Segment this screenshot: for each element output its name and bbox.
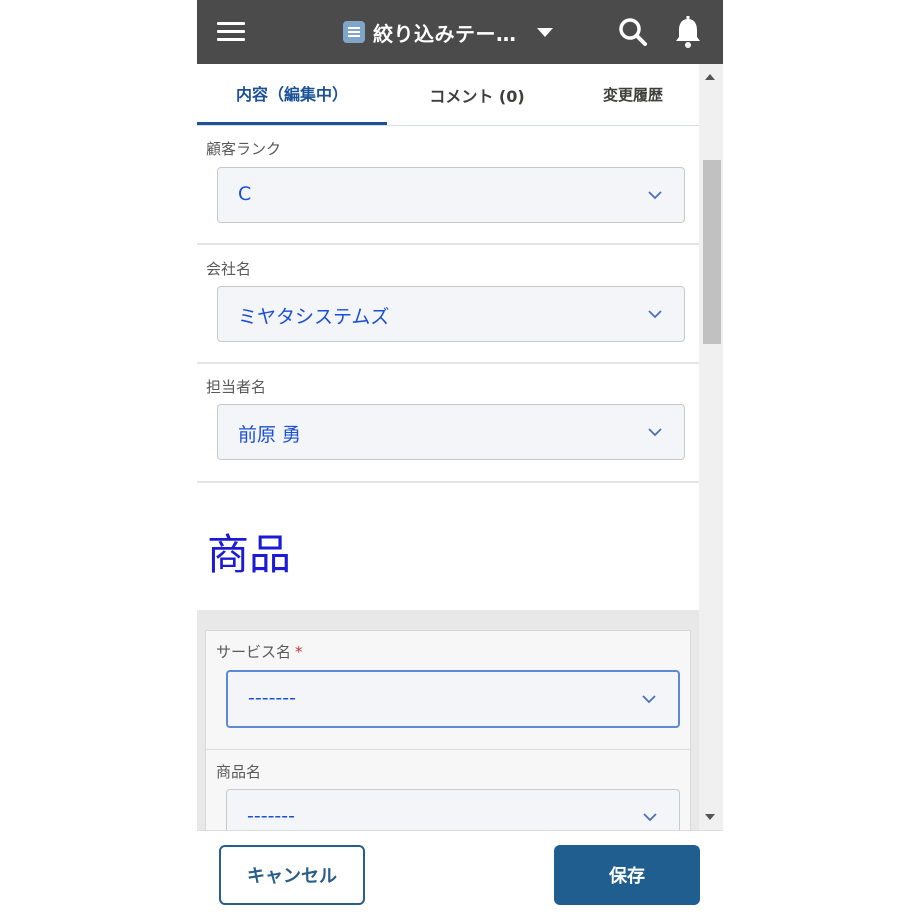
action-footer: キャンセル 保存 (197, 830, 723, 920)
section-title: 商品 (207, 530, 292, 579)
company-name-select[interactable]: ミヤタシステムズ (217, 286, 685, 342)
list-icon (343, 21, 365, 43)
chevron-down-icon (648, 428, 662, 437)
scroll-down-arrow-icon[interactable] (705, 814, 715, 820)
app-title: 絞り込みテー… (373, 21, 517, 46)
chevron-down-icon (642, 695, 656, 704)
object-switcher[interactable]: 絞り込みテー… (343, 14, 553, 50)
service-name-label: サービス名 * (216, 643, 303, 661)
divider (206, 749, 690, 750)
scrollbar[interactable] (699, 64, 723, 830)
scroll-thumb[interactable] (703, 160, 721, 344)
service-name-value: ------- (248, 687, 296, 709)
product-name-select[interactable]: ------- (226, 789, 680, 830)
company-name-label: 会社名 (206, 260, 252, 278)
required-mark: * (295, 643, 303, 661)
chevron-down-icon (648, 191, 662, 200)
divider (197, 243, 699, 245)
customer-rank-label: 顧客ランク (206, 140, 282, 158)
product-name-value: ------- (247, 805, 295, 827)
customer-rank-value: C (238, 183, 252, 205)
service-name-select[interactable]: ------- (226, 670, 680, 728)
scroll-up-arrow-icon[interactable] (705, 74, 715, 80)
person-in-charge-select[interactable]: 前原 勇 (217, 404, 685, 460)
customer-rank-select[interactable]: C (217, 167, 685, 223)
tab-history[interactable]: 変更履歴 (567, 64, 699, 125)
save-button[interactable]: 保存 (554, 845, 700, 905)
product-row-card: サービス名 * ------- 商品名 ------- (205, 630, 691, 830)
chevron-down-icon (643, 813, 657, 822)
person-in-charge-value: 前原 勇 (238, 424, 302, 446)
person-in-charge-label: 担当者名 (206, 378, 267, 396)
edit-form: 顧客ランク C 会社名 ミヤタシステムズ 担当者名 前原 勇 商品 サービス名 * (197, 126, 699, 830)
mobile-screen: 絞り込みテー… 内容（編集中） コメント (0) 変更履歴 顧客ランク C 会社… (197, 0, 723, 920)
bell-icon[interactable] (671, 14, 705, 50)
product-name-label: 商品名 (216, 763, 262, 781)
search-icon[interactable] (616, 14, 650, 50)
app-header: 絞り込みテー… (197, 0, 723, 64)
tab-bar: 内容（編集中） コメント (0) 変更履歴 (197, 64, 699, 126)
chevron-down-icon (648, 310, 662, 319)
tab-comments[interactable]: コメント (0) (387, 64, 567, 125)
company-name-value: ミヤタシステムズ (238, 306, 390, 328)
divider (197, 362, 699, 364)
caret-down-icon (536, 27, 553, 37)
divider (197, 481, 699, 483)
menu-icon[interactable] (217, 18, 245, 46)
tab-details[interactable]: 内容（編集中） (197, 64, 387, 125)
product-subtable: サービス名 * ------- 商品名 ------- (197, 610, 699, 830)
cancel-button[interactable]: キャンセル (219, 845, 365, 905)
